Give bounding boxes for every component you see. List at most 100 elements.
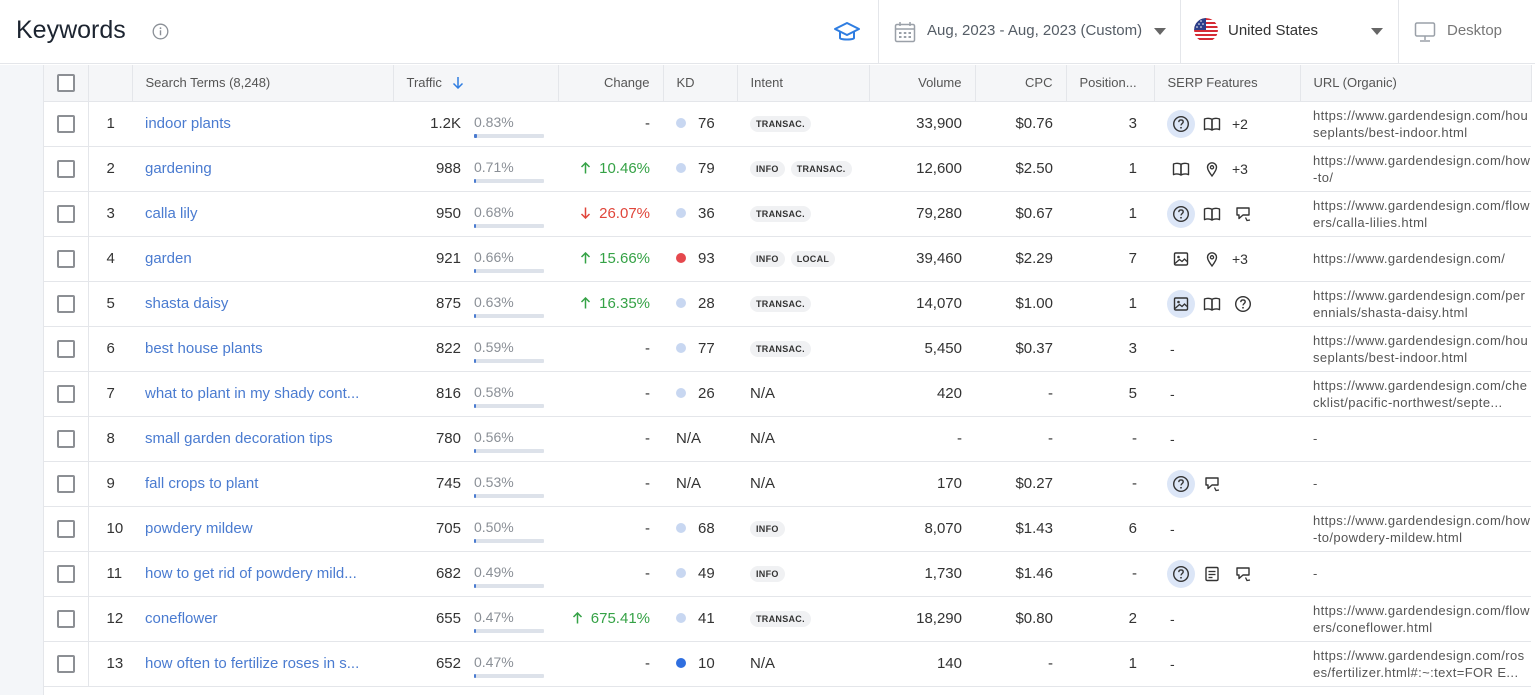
keyword-link[interactable]: indoor plants xyxy=(145,115,380,132)
serp-features-more[interactable]: +2 xyxy=(1232,116,1248,132)
column-header-url[interactable]: URL (Organic) xyxy=(1300,65,1532,102)
question-icon[interactable] xyxy=(1229,290,1257,318)
row-checkbox[interactable] xyxy=(56,654,75,673)
keyword-link[interactable]: powdery mildew xyxy=(145,520,380,537)
traffic-share: 0.59% xyxy=(474,335,544,363)
traffic-share-bar xyxy=(474,268,544,273)
change-cell: - xyxy=(558,641,663,687)
url-cell: https://www.gardendesign.com/roses/ferti… xyxy=(1300,641,1531,687)
organic-url[interactable]: https://www.gardendesign.com/checklist/p… xyxy=(1313,377,1531,411)
keyword-link[interactable]: coneflower xyxy=(145,610,380,627)
row-checkbox[interactable] xyxy=(56,429,75,448)
column-header-volume[interactable]: Volume xyxy=(869,65,976,102)
review-icon[interactable] xyxy=(1198,470,1226,498)
keyword-link[interactable]: gardening xyxy=(145,160,380,177)
row-checkbox[interactable] xyxy=(56,249,75,268)
column-header-serp-features[interactable]: SERP Features xyxy=(1154,65,1301,102)
keyword-link[interactable]: shasta daisy xyxy=(145,295,380,312)
book-icon[interactable] xyxy=(1198,290,1226,318)
image-icon[interactable] xyxy=(1167,245,1195,273)
organic-url[interactable]: https://www.gardendesign.com/houseplants… xyxy=(1313,332,1531,366)
row-checkbox[interactable] xyxy=(56,384,75,403)
keyword-link[interactable]: how to get rid of powdery mild... xyxy=(145,565,380,582)
select-all-checkbox[interactable] xyxy=(56,73,75,92)
change-value: - xyxy=(645,475,650,492)
row-select-cell xyxy=(44,101,89,147)
book-icon[interactable] xyxy=(1198,110,1226,138)
keyword-link[interactable]: small garden decoration tips xyxy=(145,430,380,447)
row-select-cell xyxy=(44,281,89,327)
organic-url[interactable]: https://www.gardendesign.com/perennials/… xyxy=(1313,287,1531,321)
kd-cell: 76 xyxy=(663,101,737,147)
traffic-share-percent: 0.59% xyxy=(474,338,514,355)
serp-features-cell xyxy=(1154,191,1300,237)
traffic-cell: 921 0.66% xyxy=(393,236,558,282)
position-cell: 1 xyxy=(1066,281,1154,327)
book-icon[interactable] xyxy=(1167,155,1195,183)
volume-cell: 1,730 xyxy=(869,551,975,597)
sort-desc-icon[interactable] xyxy=(452,76,464,90)
organic-url[interactable]: https://www.gardendesign.com/how-to/powd… xyxy=(1313,512,1531,546)
keyword-link[interactable]: what to plant in my shady cont... xyxy=(145,385,380,402)
question-icon[interactable] xyxy=(1167,469,1195,498)
url-cell: https://www.gardendesign.com/ xyxy=(1300,236,1531,282)
organic-url[interactable]: https://www.gardendesign.com/roses/ferti… xyxy=(1313,647,1531,681)
traffic-value: 988 xyxy=(435,160,461,177)
row-checkbox[interactable] xyxy=(56,339,75,358)
question-icon[interactable] xyxy=(1167,559,1195,588)
column-header-intent[interactable]: Intent xyxy=(737,65,870,102)
serp-features-more[interactable]: +3 xyxy=(1232,251,1248,267)
location-pin-icon[interactable] xyxy=(1198,155,1226,183)
volume-cell: 12,600 xyxy=(869,146,975,192)
row-checkbox[interactable] xyxy=(56,159,75,178)
keyword-link[interactable]: best house plants xyxy=(145,340,380,357)
question-icon[interactable] xyxy=(1167,109,1195,138)
row-select-cell xyxy=(44,596,89,642)
row-checkbox[interactable] xyxy=(56,564,75,583)
organic-url[interactable]: https://www.gardendesign.com/flowers/con… xyxy=(1313,602,1531,636)
book-icon[interactable] xyxy=(1198,200,1226,228)
serp-features-cell xyxy=(1154,551,1300,597)
organic-url[interactable]: https://www.gardendesign.com/ xyxy=(1313,250,1531,267)
kd-value: 28 xyxy=(698,295,715,312)
row-select-cell xyxy=(44,146,89,192)
column-header-traffic[interactable]: Traffic xyxy=(393,65,559,102)
kd-value: 79 xyxy=(698,160,715,177)
question-icon[interactable] xyxy=(1167,199,1195,228)
image-icon[interactable] xyxy=(1167,289,1195,318)
serp-features-cell: - xyxy=(1154,506,1300,552)
organic-url[interactable]: https://www.gardendesign.com/how-to/ xyxy=(1313,152,1531,186)
row-checkbox[interactable] xyxy=(56,609,75,628)
keyword-link[interactable]: how often to fertilize roses in s... xyxy=(145,655,380,672)
graduation-cap-icon[interactable] xyxy=(833,19,861,45)
keyword-cell: fall crops to plant xyxy=(132,461,393,507)
serp-features-more[interactable]: +3 xyxy=(1232,161,1248,177)
volume-cell: 14,070 xyxy=(869,281,975,327)
article-icon[interactable] xyxy=(1198,560,1226,588)
column-header-position[interactable]: Position... xyxy=(1066,65,1155,102)
review-icon[interactable] xyxy=(1229,200,1257,228)
review-icon[interactable] xyxy=(1229,560,1257,588)
info-icon[interactable] xyxy=(152,23,169,40)
keyword-link[interactable]: fall crops to plant xyxy=(145,475,380,492)
row-checkbox[interactable] xyxy=(56,204,75,223)
location-pin-icon[interactable] xyxy=(1198,245,1226,273)
column-header-cpc[interactable]: CPC xyxy=(975,65,1067,102)
arrow-up-icon xyxy=(572,612,582,624)
keyword-link[interactable]: calla lily xyxy=(145,205,380,222)
change-value: 26.07% xyxy=(580,205,650,222)
keyword-cell: coneflower xyxy=(132,596,393,642)
organic-url[interactable]: https://www.gardendesign.com/flowers/cal… xyxy=(1313,197,1531,231)
column-header-kd[interactable]: KD xyxy=(663,65,738,102)
organic-url: - xyxy=(1313,476,1318,491)
row-checkbox[interactable] xyxy=(56,114,75,133)
keyword-link[interactable]: garden xyxy=(145,250,380,267)
cpc-cell: - xyxy=(975,641,1066,687)
row-checkbox[interactable] xyxy=(56,474,75,493)
row-checkbox[interactable] xyxy=(56,294,75,313)
column-header-search-terms[interactable]: Search Terms (8,248) xyxy=(132,65,394,102)
position-cell: 5 xyxy=(1066,371,1154,417)
row-checkbox[interactable] xyxy=(56,519,75,538)
column-header-change[interactable]: Change xyxy=(558,65,664,102)
organic-url[interactable]: https://www.gardendesign.com/houseplants… xyxy=(1313,107,1531,141)
